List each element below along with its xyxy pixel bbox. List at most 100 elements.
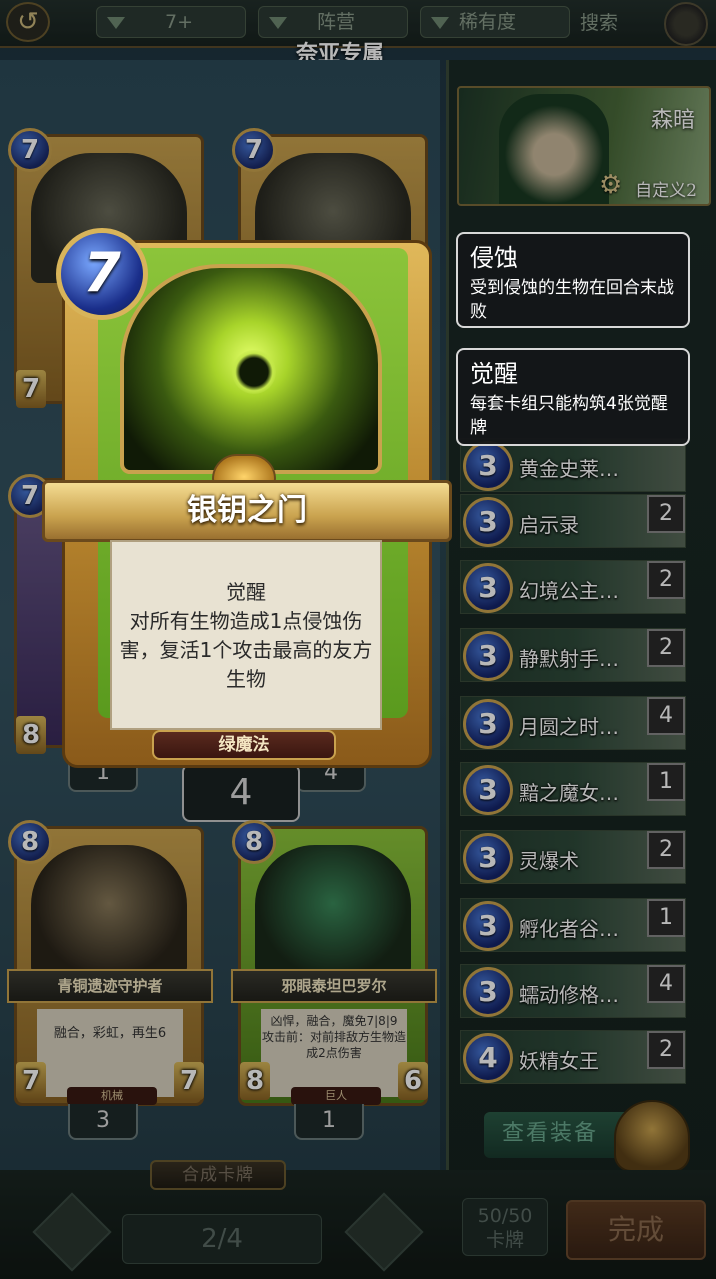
deck-item-name: 孵化者谷…	[519, 917, 619, 941]
card-tribe: 巨人	[291, 1087, 381, 1105]
cost-gem: 3	[463, 441, 513, 491]
cost-filter-label: 7+	[165, 11, 194, 33]
cost-gem: 3	[463, 901, 513, 951]
cost-gem: 4	[463, 1033, 513, 1083]
settings-icon[interactable]	[664, 2, 708, 46]
deck-name: 自定义2	[635, 181, 697, 201]
faction-filter[interactable]: 阵营	[258, 6, 408, 38]
cost-gem: 3	[463, 563, 513, 613]
card-count: 1	[294, 1104, 364, 1140]
deck-item-name: 灵爆术	[519, 849, 579, 873]
card-name: 青铜遗迹守护者	[7, 969, 213, 1003]
deck-list-item[interactable]: 3 幻境公主… 2	[460, 560, 686, 614]
card-type: 绿魔法	[152, 730, 336, 760]
deck-item-count: 4	[647, 965, 685, 1003]
deck-list-item[interactable]: 3 月圆之时… 4	[460, 696, 686, 750]
cost-gem: 3	[463, 967, 513, 1017]
faction-filter-label: 阵营	[317, 11, 356, 33]
deck-item-count: 1	[647, 899, 685, 937]
deck-list-item[interactable]: 3 黯之魔女… 1	[460, 762, 686, 816]
deck-item-name: 妖精女王	[519, 1049, 599, 1073]
attack-stat: 7	[16, 370, 46, 408]
health-stat: 6	[398, 1062, 428, 1100]
deck-item-count: 2	[647, 1031, 685, 1069]
rarity-filter-label: 稀有度	[459, 11, 517, 33]
attack-stat: 7	[16, 1062, 46, 1100]
keyword-tooltip-awaken: 觉醒 每套卡组只能构筑4张觉醒牌	[456, 348, 690, 446]
rarity-filter[interactable]: 稀有度	[420, 6, 570, 38]
cost-gem: 3	[463, 833, 513, 883]
deck-list-item[interactable]: 3 启示录 2	[460, 494, 686, 548]
deck-count-unit: 卡牌	[485, 1229, 524, 1251]
card-name: 银钥之门	[187, 493, 307, 528]
card-name-ribbon: 银钥之门	[42, 480, 452, 542]
done-button[interactable]: 完成	[566, 1200, 706, 1260]
cost-gem: 3	[463, 699, 513, 749]
cost-gem: 8	[8, 820, 52, 864]
tooltip-desc: 每套卡组只能构筑4张觉醒牌	[470, 394, 668, 438]
card-art	[255, 845, 411, 975]
cost-gem: 3	[463, 497, 513, 547]
card-count-selected: 4	[182, 764, 300, 822]
back-arrow-icon: ↺	[17, 7, 39, 37]
deck-list-item[interactable]: 3 黄金史莱…	[460, 438, 686, 492]
deck-card-count: 50/50 卡牌	[462, 1198, 548, 1256]
cost-gem: 7	[8, 128, 52, 172]
dropdown-triangle-icon	[107, 17, 125, 29]
back-button[interactable]: ↺	[6, 2, 50, 42]
card-text: 凶悍，融合，魔免7|8|9 攻击前：对前排敌方生物造成2点伤害	[261, 1009, 407, 1097]
search-button[interactable]: 搜索	[580, 8, 618, 35]
card-text-body: 觉醒 对所有生物造成1点侵蚀伤害，复活1个攻击最高的友方生物	[119, 580, 373, 691]
deck-list-item[interactable]: 3 静默射手… 2	[460, 628, 686, 682]
deck-item-name: 幻境公主…	[519, 579, 619, 603]
deck-list-item[interactable]: 3 灵爆术 2	[460, 830, 686, 884]
deck-item-name: 黄金史莱…	[519, 457, 619, 481]
card-name: 邪眼泰坦巴罗尔	[231, 969, 437, 1003]
deck-item-name: 启示录	[519, 513, 579, 537]
tooltip-title: 侵蚀	[470, 244, 518, 272]
card-art	[31, 845, 187, 975]
helmet-icon[interactable]	[614, 1100, 690, 1172]
deck-item-name: 静默射手…	[519, 647, 619, 671]
tooltip-title: 觉醒	[470, 360, 518, 388]
dropdown-triangle-icon	[269, 17, 287, 29]
hero-art	[499, 94, 609, 204]
deck-item-count: 2	[647, 561, 685, 599]
cost-gem: 7	[232, 128, 276, 172]
dropdown-triangle-icon	[431, 17, 449, 29]
keyword-tooltip-erosion: 侵蚀 受到侵蚀的生物在回合末战败	[456, 232, 690, 328]
card-text: 觉醒 对所有生物造成1点侵蚀伤害，复活1个攻击最高的友方生物	[110, 540, 382, 730]
deck-list-item[interactable]: 3 蠕动修格… 4	[460, 964, 686, 1018]
attack-stat: 8	[16, 716, 46, 754]
deck-count-value: 50/50	[477, 1205, 533, 1227]
deck-item-count: 2	[647, 629, 685, 667]
deck-item-count: 2	[647, 495, 685, 533]
attack-stat: 8	[240, 1062, 270, 1100]
deck-item-name: 蠕动修格…	[519, 983, 619, 1007]
deck-item-count: 4	[647, 697, 685, 735]
cost-gem: 8	[232, 820, 276, 864]
card-text: 融合，彩虹，再生6	[37, 1009, 183, 1097]
deck-list-item[interactable]: 4 妖精女王 2	[460, 1030, 686, 1084]
deck-item-name: 月圆之时…	[519, 715, 619, 739]
featured-card[interactable]: 7 银钥之门 觉醒 对所有生物造成1点侵蚀伤害，复活1个攻击最高的友方生物 绿魔…	[42, 228, 452, 768]
tooltip-desc: 受到侵蚀的生物在回合末战败	[470, 278, 674, 322]
card-art-eye	[232, 350, 276, 394]
card-count: 3	[68, 1104, 138, 1140]
card-cost: 7	[56, 228, 148, 320]
deck-item-name: 黯之魔女…	[519, 781, 619, 805]
cost-gem: 3	[463, 631, 513, 681]
gear-icon[interactable]: ⚙	[599, 170, 622, 200]
synthesize-cards-button[interactable]: 合成卡牌	[150, 1160, 286, 1190]
cost-gem: 3	[463, 765, 513, 815]
cost-filter[interactable]: 7+	[96, 6, 246, 38]
card-art	[120, 264, 382, 474]
page-indicator: 2/4	[122, 1214, 322, 1264]
card-tribe: 机械	[67, 1087, 157, 1105]
deck-item-count: 1	[647, 763, 685, 801]
hero-name: 森暗	[650, 108, 695, 133]
health-stat: 7	[174, 1062, 204, 1100]
hero-portrait[interactable]: 森暗 ⚙ 自定义2	[457, 86, 711, 206]
deck-item-count: 2	[647, 831, 685, 869]
deck-list-item[interactable]: 3 孵化者谷… 1	[460, 898, 686, 952]
